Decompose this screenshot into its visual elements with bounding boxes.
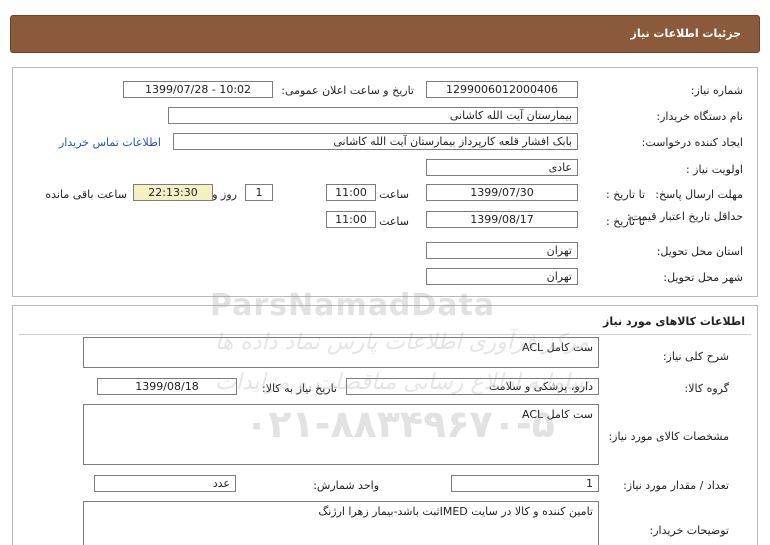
- goods-group-label: گروه کالا:: [684, 382, 729, 395]
- announce-field[interactable]: 1399/07/28 - 10:02: [123, 81, 273, 98]
- need-date-field[interactable]: 1399/08/18: [97, 378, 237, 395]
- validity-time-label: ساعت: [379, 215, 409, 228]
- goods-section-title: اطلاعات کالاهای مورد نیاز: [603, 315, 745, 328]
- priority-field[interactable]: عادی: [426, 159, 578, 176]
- section-divider: [19, 334, 751, 335]
- page-title: جزئیات اطلاعات نیاز: [630, 27, 742, 40]
- need-number-label: شماره نیاز:: [690, 84, 743, 97]
- reply-date-field[interactable]: 1399/07/30: [426, 184, 578, 201]
- reply-to-date-label: تا تاریخ :: [606, 188, 645, 201]
- city-label: شهر محل تحویل:: [663, 271, 743, 284]
- buyer-org-field[interactable]: بیمارستان آیت الله کاشانی: [168, 107, 578, 124]
- unit-field[interactable]: عدد: [94, 475, 236, 492]
- priority-label: اولویت نیاز :: [685, 163, 743, 176]
- reply-time-label: ساعت: [379, 188, 409, 201]
- remaining-time-field: 22:13:30: [133, 184, 213, 201]
- quantity-label: تعداد / مقدار مورد نیاز:: [623, 479, 729, 492]
- buyer-notes-label: توضیحات خریدار:: [649, 524, 730, 537]
- province-field[interactable]: تهران: [426, 242, 578, 259]
- need-number-field[interactable]: 1299006012000406: [426, 81, 578, 98]
- province-label: استان محل تحویل:: [656, 245, 743, 258]
- reply-time-field[interactable]: 11:00: [326, 184, 376, 201]
- goods-info-panel: اطلاعات کالاهای مورد نیاز شرح کلی نیاز: …: [12, 305, 758, 545]
- requester-label: ایجاد کننده درخواست:: [641, 136, 743, 149]
- days-remaining-field: 1: [245, 184, 273, 201]
- need-date-label: تاریخ نیاز به کالا:: [262, 382, 337, 395]
- general-desc-label: شرح کلی نیاز:: [662, 350, 729, 363]
- requester-field[interactable]: بابک افشار قلعه کارپرداز بیمارستان آیت ا…: [173, 133, 578, 150]
- validity-date-field[interactable]: 1399/08/17: [426, 211, 578, 228]
- reply-deadline-label: مهلت ارسال پاسخ:: [655, 188, 743, 201]
- buyer-notes-field[interactable]: تامین کننده و کالا در سایت IMEDثبت باشد-…: [83, 501, 599, 545]
- quantity-field[interactable]: 1: [451, 475, 599, 492]
- remaining-label: ساعت باقی مانده: [45, 188, 127, 201]
- buyer-org-label: نام دستگاه خریدار:: [656, 110, 743, 123]
- general-desc-field[interactable]: ست کامل ACL: [83, 337, 599, 368]
- validity-to-date-label: تا تاریخ :: [606, 215, 645, 228]
- days-label: روز و: [212, 188, 237, 201]
- need-info-panel: شماره نیاز: 1299006012000406 تاریخ و ساع…: [12, 67, 758, 297]
- page-header: جزئیات اطلاعات نیاز: [10, 15, 760, 53]
- specs-label: مشخصات کالای مورد نیاز:: [608, 430, 729, 443]
- unit-label: واحد شمارش:: [313, 479, 379, 492]
- goods-group-field[interactable]: دارو، پزشکی و سلامت: [346, 378, 599, 395]
- city-field[interactable]: تهران: [426, 268, 578, 285]
- validity-time-field[interactable]: 11:00: [326, 211, 376, 228]
- announce-label: تاریخ و ساعت اعلان عمومی:: [281, 84, 414, 97]
- buyer-contact-link[interactable]: اطلاعات تماس خریدار: [59, 136, 161, 149]
- specs-field[interactable]: ست کامل ACL: [83, 404, 599, 465]
